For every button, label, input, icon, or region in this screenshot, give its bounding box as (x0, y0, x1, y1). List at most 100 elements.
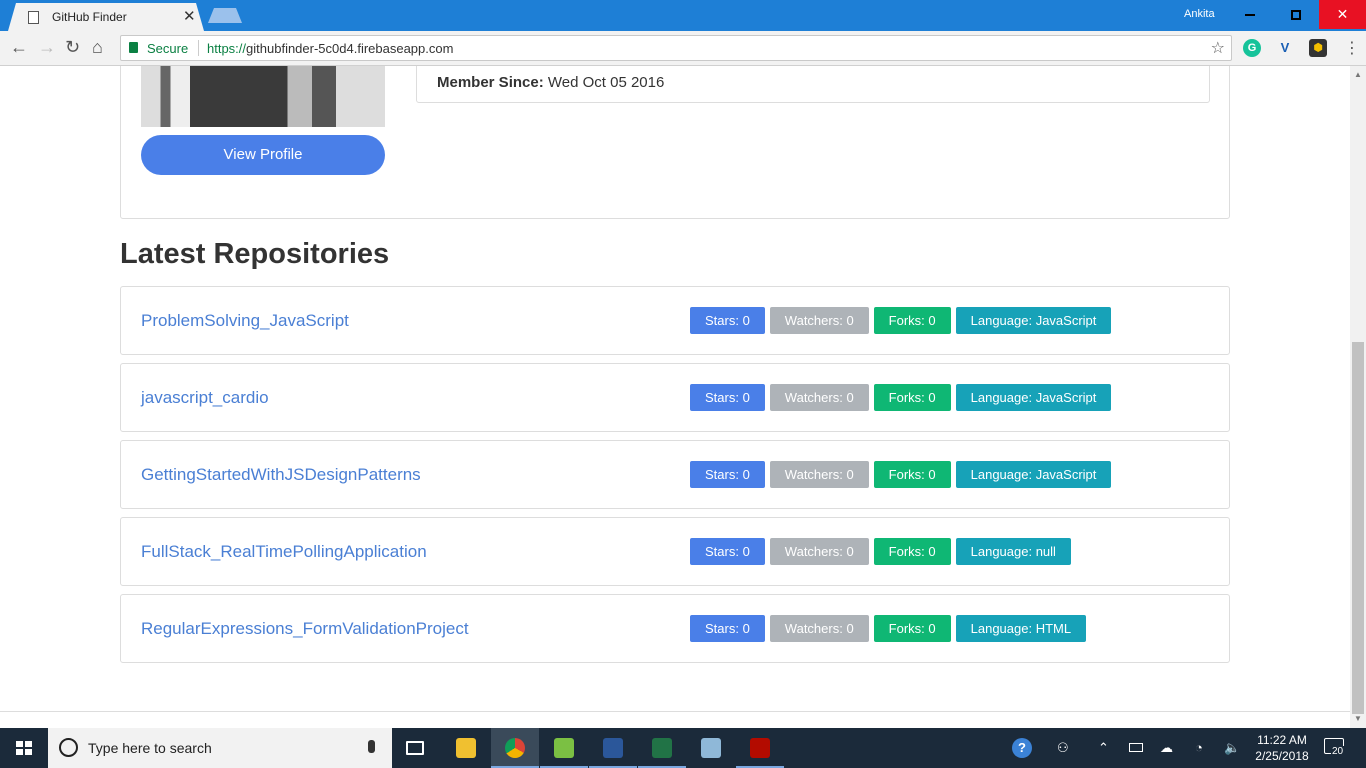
language-badge: Language: null (955, 538, 1071, 565)
stars-badge: Stars: 0 (690, 384, 765, 411)
scrollbar-thumb[interactable] (1352, 342, 1364, 714)
acrobat-icon (750, 738, 770, 758)
repo-card: ProblemSolving_JavaScript Stars: 0 Watch… (120, 286, 1230, 355)
system-clock[interactable]: 11:22 AM 2/25/2018 (1250, 732, 1314, 764)
repo-badges: Stars: 0 Watchers: 0 Forks: 0 Language: … (690, 307, 1112, 334)
language-badge: Language: JavaScript (955, 384, 1112, 411)
page-content: View Profile Member Since: Wed Oct 05 20… (0, 66, 1350, 728)
repo-card: GettingStartedWithJSDesignPatterns Stars… (120, 440, 1230, 509)
chrome-icon (505, 738, 525, 758)
taskbar-tablet-app[interactable] (687, 728, 735, 768)
taskbar-search[interactable]: Type here to search (48, 728, 392, 768)
repo-card: javascript_cardio Stars: 0 Watchers: 0 F… (120, 363, 1230, 432)
forks-badge: Forks: 0 (873, 538, 951, 565)
back-arrow-icon[interactable]: ← (10, 37, 28, 58)
notification-count: 20 (1331, 746, 1345, 757)
word-icon (603, 738, 623, 758)
extension-icon[interactable]: ⬢ (1309, 39, 1327, 57)
tab-title: GitHub Finder (52, 10, 127, 24)
language-badge: Language: JavaScript (955, 461, 1112, 488)
new-tab-button[interactable] (208, 8, 242, 23)
task-view-button[interactable] (392, 728, 440, 768)
watchers-badge: Watchers: 0 (769, 461, 869, 488)
repo-card: FullStack_RealTimePollingApplication Sta… (120, 517, 1230, 586)
url-host: githubfinder-5c0d4.firebaseapp.com (246, 41, 454, 56)
excel-icon (652, 738, 672, 758)
repo-link[interactable]: GettingStartedWithJSDesignPatterns (141, 465, 421, 485)
tablet-icon (701, 738, 721, 758)
watchers-badge: Watchers: 0 (769, 307, 869, 334)
volume-icon[interactable]: 🔈 (1224, 740, 1240, 756)
member-since-value: Wed Oct 05 2016 (547, 74, 665, 91)
home-icon[interactable]: ⌂ (92, 37, 103, 58)
vpn-icon[interactable]: V (1276, 39, 1294, 57)
taskbar-excel[interactable] (638, 728, 686, 768)
search-placeholder: Type here to search (88, 740, 212, 756)
mic-icon[interactable] (368, 740, 375, 753)
maximize-button[interactable] (1273, 0, 1319, 29)
profile-card: View Profile Member Since: Wed Oct 05 20… (120, 66, 1230, 219)
help-icon[interactable]: ? (1012, 738, 1032, 758)
profile-details-list: Member Since: Wed Oct 05 2016 (416, 66, 1210, 103)
watchers-badge: Watchers: 0 (769, 384, 869, 411)
forks-badge: Forks: 0 (873, 615, 951, 642)
watchers-badge: Watchers: 0 (769, 538, 869, 565)
start-button[interactable] (0, 728, 48, 768)
chevron-up-icon[interactable]: ⌃ (1098, 740, 1109, 756)
divider (198, 40, 199, 56)
browser-toolbar: ← → ↻ ⌂ Secure https://githubfinder-5c0d… (0, 31, 1366, 66)
repo-link[interactable]: RegularExpressions_FormValidationProject (141, 619, 469, 639)
view-profile-button[interactable]: View Profile (141, 135, 385, 175)
wifi-icon[interactable]: ◔ (1195, 740, 1203, 755)
language-badge: Language: JavaScript (955, 307, 1112, 334)
vertical-scrollbar[interactable]: ▲ ▼ (1350, 66, 1366, 728)
divider (0, 711, 1350, 712)
repo-link[interactable]: FullStack_RealTimePollingApplication (141, 542, 427, 562)
secure-label[interactable]: Secure (147, 41, 188, 56)
repo-link[interactable]: ProblemSolving_JavaScript (141, 311, 349, 331)
repo-badges: Stars: 0 Watchers: 0 Forks: 0 Language: … (690, 384, 1112, 411)
url-scheme: https:// (207, 41, 247, 56)
tab-close-icon[interactable]: ✕ (183, 7, 196, 25)
language-badge: Language: HTML (955, 615, 1087, 642)
member-since: Member Since: Wed Oct 05 2016 (437, 74, 664, 91)
repo-card: RegularExpressions_FormValidationProject… (120, 594, 1230, 663)
member-since-label: Member Since: (437, 74, 544, 91)
section-title: Latest Repositories (120, 238, 390, 270)
people-icon[interactable]: ⚇ (1057, 740, 1069, 756)
minimize-button[interactable] (1227, 0, 1273, 29)
menu-icon[interactable]: ⋮ (1344, 38, 1360, 58)
notepad-icon (554, 738, 574, 758)
taskbar-file-explorer[interactable] (442, 728, 490, 768)
reload-icon[interactable]: ↻ (65, 37, 80, 58)
taskbar-chrome[interactable] (491, 728, 539, 768)
forward-arrow-icon[interactable]: → (38, 37, 56, 58)
restore-icon (1291, 10, 1301, 21)
lock-icon (129, 42, 138, 53)
taskbar-notepad[interactable] (540, 728, 588, 768)
avatar (141, 66, 385, 127)
taskbar: Type here to search ? ⚇ ⌃ ☁ ◔ 🔈 11:22 AM… (0, 728, 1366, 768)
address-bar[interactable]: Secure https://githubfinder-5c0d4.fireba… (120, 35, 1232, 61)
scroll-down-icon[interactable]: ▼ (1354, 714, 1362, 723)
task-view-icon (406, 741, 424, 755)
url-text[interactable]: https://githubfinder-5c0d4.firebaseapp.c… (207, 41, 453, 56)
repo-link[interactable]: javascript_cardio (141, 388, 269, 408)
network-icon[interactable]: ☁ (1160, 740, 1173, 756)
file-explorer-icon (456, 738, 476, 758)
scroll-up-icon[interactable]: ▲ (1354, 70, 1362, 79)
grammarly-icon[interactable]: G (1243, 39, 1261, 57)
windows-icon (16, 741, 32, 755)
close-window-button[interactable]: ✕ (1319, 0, 1366, 29)
taskbar-acrobat[interactable] (736, 728, 784, 768)
star-icon[interactable]: ☆ (1211, 38, 1225, 58)
page-icon (28, 11, 39, 24)
taskbar-word[interactable] (589, 728, 637, 768)
browser-tab[interactable]: GitHub Finder ✕ (8, 3, 204, 31)
stars-badge: Stars: 0 (690, 461, 765, 488)
repo-badges: Stars: 0 Watchers: 0 Forks: 0 Language: … (690, 461, 1112, 488)
cortana-icon (59, 738, 78, 757)
profile-name[interactable]: Ankita (1184, 8, 1215, 20)
battery-icon[interactable] (1129, 743, 1143, 752)
minimize-icon (1245, 14, 1255, 17)
